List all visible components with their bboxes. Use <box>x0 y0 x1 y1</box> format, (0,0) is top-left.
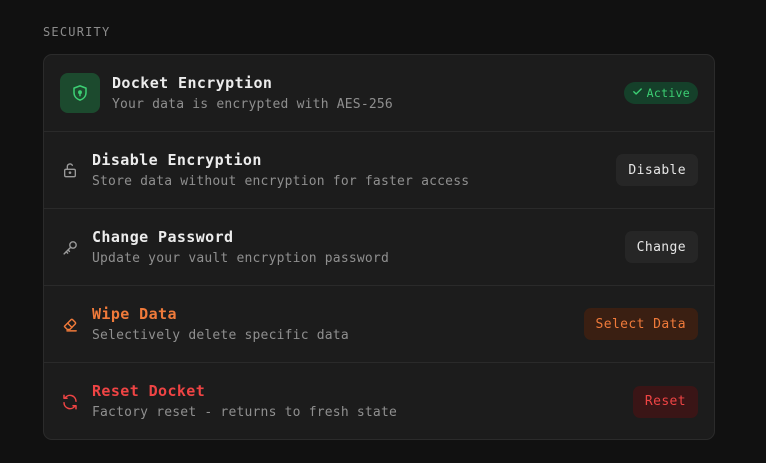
refresh-icon <box>60 392 80 412</box>
status-badge-label: Active <box>646 86 690 100</box>
setting-title: Wipe Data <box>92 305 177 323</box>
section-title: SECURITY <box>43 25 111 39</box>
setting-row-change-password: Change Password Update your vault encryp… <box>44 209 714 286</box>
setting-description: Your data is encrypted with AES-256 <box>112 97 393 112</box>
setting-title: Change Password <box>92 228 234 246</box>
shield-lock-icon <box>60 73 100 113</box>
setting-title: Disable Encryption <box>92 151 262 169</box>
setting-row-encryption: Docket Encryption Your data is encrypted… <box>44 55 714 132</box>
key-icon <box>60 237 80 257</box>
setting-description: Selectively delete specific data <box>92 328 349 343</box>
unlock-icon <box>60 160 80 180</box>
setting-description: Factory reset - returns to fresh state <box>92 405 398 420</box>
setting-row-disable-encryption: Disable Encryption Store data without en… <box>44 132 714 209</box>
setting-row-reset-docket: Reset Docket Factory reset - returns to … <box>44 363 714 439</box>
setting-row-wipe-data: Wipe Data Selectively delete specific da… <box>44 286 714 363</box>
select-data-button[interactable]: Select Data <box>583 308 698 340</box>
disable-encryption-button[interactable]: Disable <box>616 154 698 186</box>
setting-description: Store data without encryption for faster… <box>92 174 470 189</box>
change-password-button[interactable]: Change <box>624 231 698 263</box>
status-badge: Active <box>623 82 698 104</box>
setting-title: Reset Docket <box>92 382 206 400</box>
security-settings-card: Docket Encryption Your data is encrypted… <box>43 54 715 440</box>
eraser-icon <box>60 314 80 334</box>
reset-docket-button[interactable]: Reset <box>632 385 698 418</box>
check-icon <box>632 86 643 100</box>
setting-description: Update your vault encryption password <box>92 251 389 266</box>
setting-title: Docket Encryption <box>112 74 273 92</box>
